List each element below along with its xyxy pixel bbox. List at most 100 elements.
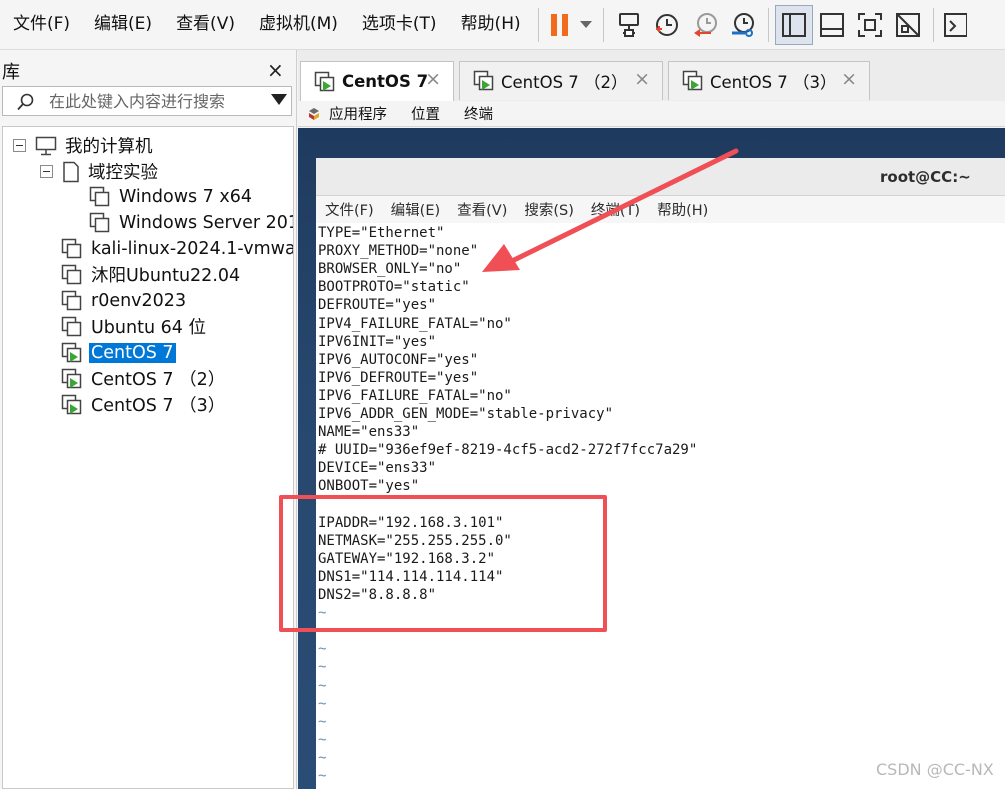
terminal-line: IPADDR="192.168.3.101" [318, 514, 504, 531]
terminal-text-area[interactable]: TYPE="Ethernet" PROXY_METHOD="none" BROWSE… [318, 224, 1005, 789]
snapshot-manager-button[interactable] [724, 5, 762, 45]
terminal-line: DEFROUTE="yes" [318, 297, 437, 314]
tree-item-label: 域控实验 [88, 163, 158, 183]
tree-item-label: CentOS 7 （2） [91, 370, 226, 390]
fullscreen-button[interactable] [851, 5, 889, 45]
close-icon[interactable]: × [425, 68, 441, 90]
terminal-title: root@CC:~ [880, 168, 971, 186]
toolbar-separator [537, 7, 539, 42]
show-library-button[interactable] [774, 4, 813, 45]
terminal-line: DEVICE="ens33" [318, 460, 437, 477]
guest-menu-terminal[interactable]: 终端 [464, 103, 493, 124]
tree-item-centos7-2[interactable]: CentOS 7 （2） [61, 366, 227, 391]
power-dropdown-button[interactable] [575, 5, 597, 45]
tab-centos7[interactable]: CentOS 7 × [300, 61, 454, 101]
library-search-input[interactable] [49, 90, 259, 112]
tab-centos7-2[interactable]: CentOS 7 （2） × [459, 61, 663, 100]
tree-item-ubuntu64[interactable]: Ubuntu 64 位 [61, 314, 208, 339]
empty-line-marker: ~ [318, 713, 327, 730]
tree-item-ubuntu2204[interactable]: 沐阳Ubuntu22.04 [61, 262, 242, 287]
library-view-icon [781, 12, 806, 37]
terminal-line: BROWSER_ONLY="no" [318, 261, 462, 278]
tree-item-domain-lab[interactable]: 域控实验 [40, 159, 160, 184]
search-dropdown-icon[interactable] [271, 94, 287, 105]
tree-item-my-computer[interactable]: 我的计算机 [13, 133, 155, 158]
terminal-menu-file[interactable]: 文件(F) [325, 199, 374, 220]
vm-running-icon [61, 394, 82, 414]
stretch-guest-button[interactable] [940, 5, 970, 45]
menu-file[interactable]: 文件(F) [0, 0, 81, 50]
vm-icon [89, 212, 110, 232]
collapse-icon[interactable] [13, 139, 26, 152]
tree-item-windows7[interactable]: Windows 7 x64 [89, 184, 254, 209]
empty-line-marker: ~ [318, 677, 327, 694]
tree-item-centos7[interactable]: CentOS 7 [61, 340, 176, 365]
send-ctrl-alt-del-button[interactable] [610, 5, 648, 45]
terminal-line: IPV4_FAILURE_FATAL="no" [318, 315, 512, 332]
unity-button[interactable] [889, 5, 927, 45]
fullscreen-icon [857, 12, 882, 37]
console-view-button[interactable] [813, 5, 851, 45]
tree-item-label: 我的计算机 [65, 137, 153, 157]
vm-tab-strip: CentOS 7 × CentOS 7 （2） × CentOS 7 （3） × [298, 50, 1005, 101]
terminal-line: NETMASK="255.255.255.0" [318, 532, 512, 549]
menu-vm[interactable]: 虚拟机(M) [246, 0, 349, 50]
terminal-menu-terminal[interactable]: 终端(T) [591, 199, 640, 220]
tree-item-r0env[interactable]: r0env2023 [61, 288, 188, 313]
vm-icon [61, 316, 82, 336]
tree-item-label: r0env2023 [91, 290, 187, 311]
terminal-line: IPV6_AUTOCONF="yes" [318, 351, 479, 368]
empty-line-marker: ~ [318, 695, 327, 712]
guest-menu-places[interactable]: 位置 [411, 103, 440, 124]
revert-snapshot-button[interactable] [686, 5, 724, 45]
menu-bar: 文件(F) 编辑(E) 查看(V) 虚拟机(M) 选项卡(T) 帮助(H) [0, 0, 1005, 50]
terminal-menu-edit[interactable]: 编辑(E) [391, 199, 440, 220]
menu-edit[interactable]: 编辑(E) [81, 0, 163, 50]
terminal-line: NAME="ens33" [318, 424, 420, 441]
tab-label: CentOS 7 （2） [501, 73, 628, 92]
search-icon [17, 93, 34, 111]
vm-tree: 我的计算机 域控实验 Windows 7 x64 Windows Server … [2, 126, 294, 789]
close-icon[interactable]: × [634, 68, 650, 90]
watermark: CSDN @CC-NX [876, 760, 994, 779]
pause-button[interactable] [545, 5, 575, 45]
terminal-line: IPV6_DEFROUTE="yes" [318, 369, 479, 386]
unity-icon [895, 12, 920, 37]
vm-icon [61, 264, 82, 284]
stretch-icon [943, 12, 967, 37]
terminal-menu-bar: 文件(F) 编辑(E) 查看(V) 搜索(S) 终端(T) 帮助(H) [316, 196, 1005, 223]
guest-menu-applications[interactable]: 应用程序 [329, 103, 387, 124]
computer-icon [35, 136, 57, 155]
terminal-menu-view[interactable]: 查看(V) [457, 199, 507, 220]
tree-item-kali[interactable]: kali-linux-2024.1-vmwa [61, 236, 294, 261]
library-title: 库 [2, 62, 20, 83]
tree-item-label: CentOS 7 （3） [91, 396, 226, 416]
vm-running-icon [314, 71, 335, 91]
menu-tabs[interactable]: 选项卡(T) [349, 0, 448, 50]
terminal-menu-search[interactable]: 搜索(S) [524, 199, 574, 220]
tab-centos7-3[interactable]: CentOS 7 （3） × [668, 61, 870, 100]
applications-icon [309, 107, 319, 120]
library-close-button[interactable]: × [267, 58, 284, 82]
terminal-menu-help[interactable]: 帮助(H) [657, 199, 708, 220]
take-snapshot-button[interactable] [648, 5, 686, 45]
terminal-title-bar[interactable]: root@CC:~ [316, 158, 1005, 196]
vm-icon [89, 186, 110, 206]
vm-running-icon [61, 342, 82, 362]
terminal-line: DNS2="8.8.8.8" [318, 587, 437, 603]
terminal-line: IPV6INIT="yes" [318, 333, 437, 350]
empty-line-marker: ~ [318, 659, 327, 676]
tree-item-label: Windows 7 x64 [119, 186, 253, 207]
menu-help[interactable]: 帮助(H) [448, 0, 532, 50]
guest-top-bar: 应用程序 位置 终端 [298, 101, 1005, 127]
tree-item-label: Ubuntu 64 位 [91, 318, 206, 338]
toolbar-separator [602, 7, 604, 42]
terminal-line: IPV6_FAILURE_FATAL="no" [318, 387, 512, 404]
tree-item-label: kali-linux-2024.1-vmwa [91, 238, 294, 259]
close-icon[interactable]: × [841, 68, 857, 90]
tree-item-centos7-3[interactable]: CentOS 7 （3） [61, 392, 227, 417]
folder-icon [63, 161, 79, 182]
tree-item-windows-server[interactable]: Windows Server 201 [89, 210, 293, 235]
collapse-icon[interactable] [40, 165, 53, 178]
menu-view[interactable]: 查看(V) [163, 0, 246, 50]
